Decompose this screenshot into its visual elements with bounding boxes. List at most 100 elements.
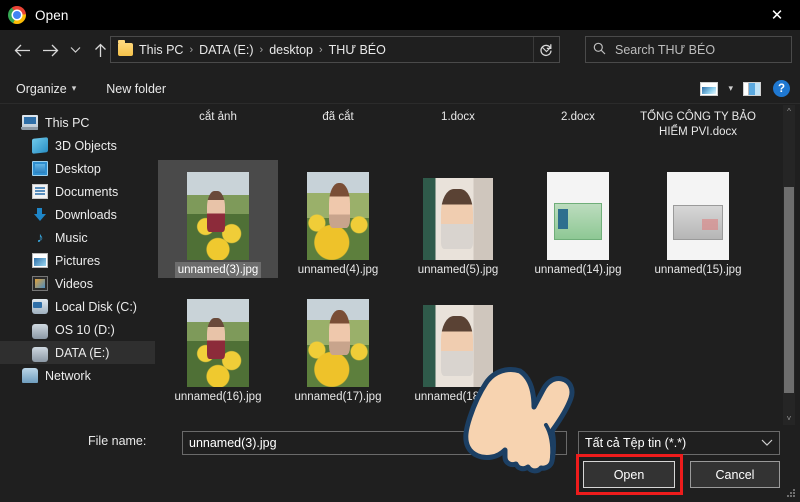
- file-row: unnamed(16).jpg unnamed(17).jpg unnamed(…: [158, 287, 783, 405]
- folder-icon: [118, 40, 133, 56]
- file-item-unnamed-5[interactable]: unnamed(5).jpg: [398, 160, 518, 278]
- folder-tree: This PC 3D Objects Desktop Documents Dow…: [0, 105, 155, 387]
- command-bar-right-group: ▾ ?: [700, 80, 800, 97]
- sidebar-item-data-e[interactable]: DATA (E:): [0, 341, 155, 364]
- file-list-pane[interactable]: cắt ảnh đã cắt 1.docx 2.docx TỔNG CÔNG T…: [158, 105, 783, 425]
- chevron-down-icon: [761, 438, 773, 449]
- navigation-pane: This PC 3D Objects Desktop Documents Dow…: [0, 105, 155, 425]
- sidebar-item-label: Documents: [55, 184, 119, 199]
- grey-id-card-photo: [667, 172, 729, 260]
- sidebar-item-os-10-d[interactable]: OS 10 (D:): [0, 318, 155, 341]
- desktop-icon: [32, 161, 48, 176]
- cancel-button[interactable]: Cancel: [690, 461, 780, 488]
- file-name-label: unnamed(18).jpg: [414, 391, 502, 403]
- file-name-label: unnamed(3).jpg: [174, 262, 262, 278]
- sidebar-item-desktop[interactable]: Desktop: [0, 157, 155, 180]
- sidebar-item-label: Desktop: [55, 161, 101, 176]
- organize-label: Organize: [16, 81, 67, 96]
- file-item-unnamed-17[interactable]: unnamed(17).jpg: [278, 287, 398, 405]
- local-disk-icon: [32, 299, 48, 314]
- scrollbar-thumb[interactable]: [784, 187, 794, 393]
- sidebar-item-documents[interactable]: Documents: [0, 180, 155, 203]
- file-name-label: unnamed(16).jpg: [174, 391, 262, 403]
- search-icon: [593, 42, 615, 58]
- scroll-down-chevron-down-icon[interactable]: ˅: [783, 412, 795, 425]
- sidebar-item-local-disk-c[interactable]: Local Disk (C:): [0, 295, 155, 318]
- breadcrumb-item-1[interactable]: DATA (E:): [199, 43, 253, 57]
- file-type-dropdown[interactable]: Tất cả Tệp tin (*.*): [578, 431, 780, 455]
- cafe-portrait-photo: [423, 305, 493, 387]
- file-item-unnamed-18[interactable]: unnamed(18).jpg: [398, 287, 518, 405]
- file-label[interactable]: 1.docx: [398, 105, 518, 160]
- file-item-unnamed-14[interactable]: unnamed(14).jpg: [518, 160, 638, 278]
- breadcrumb-separator: ›: [189, 43, 194, 56]
- recent-locations-chevron-down-icon[interactable]: [64, 36, 86, 64]
- organize-button[interactable]: Organize ▾: [8, 77, 84, 101]
- sidebar-item-label: OS 10 (D:): [55, 322, 115, 337]
- sidebar-item-pictures[interactable]: Pictures: [0, 249, 155, 272]
- sidebar-item-music[interactable]: ♪ Music: [0, 226, 155, 249]
- sidebar-item-label: Videos: [55, 276, 93, 291]
- thumbnail: [402, 287, 514, 389]
- preview-pane-icon[interactable]: [743, 81, 761, 96]
- command-bar: Organize ▾ New folder ▾ ?: [0, 74, 800, 104]
- sunflower-photo-1: [187, 299, 249, 387]
- file-name-field-label: File name:: [88, 434, 147, 448]
- sidebar-item-label: 3D Objects: [55, 138, 117, 153]
- file-item-unnamed-16[interactable]: unnamed(16).jpg: [158, 287, 278, 405]
- search-box[interactable]: Search THƯ BÉO: [585, 36, 792, 63]
- file-name-input[interactable]: [182, 431, 567, 455]
- breadcrumb-item-3[interactable]: THƯ BÉO: [329, 43, 386, 57]
- forward-button[interactable]: [36, 36, 64, 64]
- breadcrumb-item-2[interactable]: desktop: [269, 43, 313, 57]
- breadcrumb-item-0[interactable]: This PC: [139, 43, 183, 57]
- sidebar-item-this-pc[interactable]: This PC: [0, 111, 155, 134]
- refresh-icon[interactable]: [533, 37, 559, 62]
- pictures-icon: [32, 253, 48, 268]
- file-label[interactable]: TỔNG CÔNG TY BẢO HIỂM PVI.docx: [638, 105, 758, 160]
- sunflower-photo-2: [307, 172, 369, 260]
- drive-icon: [32, 323, 48, 339]
- documents-icon: [32, 184, 48, 199]
- sidebar-item-label: This PC: [45, 115, 90, 130]
- thumbnail: [162, 287, 274, 389]
- organize-caret-icon: ▾: [71, 83, 77, 93]
- file-label[interactable]: đã cắt: [278, 105, 398, 160]
- sidebar-item-videos[interactable]: Videos: [0, 272, 155, 295]
- file-label[interactable]: cắt ảnh: [158, 105, 278, 160]
- sidebar-item-label: Music: [55, 230, 88, 245]
- file-item-unnamed-4[interactable]: unnamed(4).jpg: [278, 160, 398, 278]
- breadcrumb-separator: ›: [318, 43, 323, 56]
- file-item-unnamed-15[interactable]: unnamed(15).jpg: [638, 160, 758, 278]
- cafe-portrait-photo: [423, 178, 493, 260]
- scroll-up-chevron-up-icon[interactable]: ^: [783, 105, 795, 118]
- sidebar-item-label: DATA (E:): [55, 345, 110, 360]
- file-row: unnamed(3).jpg unnamed(4).jpg unnamed(5)…: [158, 160, 783, 278]
- network-icon: [22, 368, 38, 383]
- sidebar-item-label: Pictures: [55, 253, 101, 268]
- chrome-logo-icon: [8, 6, 26, 24]
- open-button[interactable]: Open: [583, 461, 675, 488]
- address-bar[interactable]: This PC › DATA (E:) › desktop › THƯ BÉO: [110, 36, 560, 63]
- thumbnail: [402, 160, 514, 262]
- view-caret-icon[interactable]: ▾: [724, 83, 737, 94]
- open-file-dialog: Open ✕ This PC › DATA (E:) › desktop › T…: [0, 0, 800, 502]
- view-options-icon[interactable]: [700, 81, 719, 96]
- close-icon[interactable]: ✕: [754, 0, 800, 30]
- thumbnail: [282, 287, 394, 389]
- sidebar-item-downloads[interactable]: Downloads: [0, 203, 155, 226]
- window-title: Open: [35, 7, 69, 23]
- sidebar-item-3d-objects[interactable]: 3D Objects: [0, 134, 155, 157]
- new-folder-button[interactable]: New folder: [98, 77, 174, 101]
- file-pane-scrollbar[interactable]: ^ ˅: [783, 105, 795, 425]
- file-label[interactable]: 2.docx: [518, 105, 638, 160]
- resize-grip[interactable]: [786, 488, 796, 498]
- thumbnail: [162, 160, 274, 262]
- back-button[interactable]: [8, 36, 36, 64]
- this-pc-icon: [21, 115, 38, 130]
- sidebar-item-network[interactable]: Network: [0, 364, 155, 387]
- title-bar: Open ✕: [0, 0, 800, 30]
- file-item-unnamed-3[interactable]: unnamed(3).jpg: [158, 160, 278, 278]
- file-type-value: Tất cả Tệp tin (*.*): [585, 436, 687, 450]
- help-icon[interactable]: ?: [773, 80, 790, 97]
